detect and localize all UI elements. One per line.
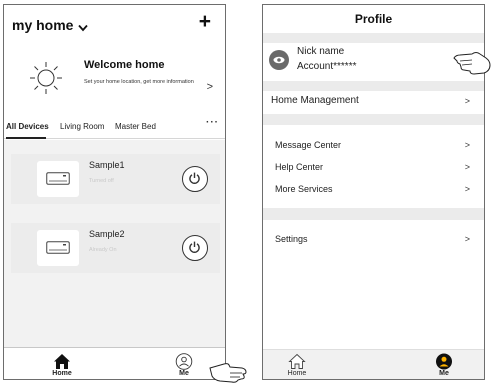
section-divider	[263, 33, 484, 43]
welcome-subtitle: Set your home location, get more informa…	[84, 79, 194, 85]
device-card[interactable]: Sample2 Already On	[11, 223, 220, 273]
menu-message-center[interactable]: Message Center >	[263, 136, 484, 156]
tab-all-devices[interactable]: All Devices	[6, 122, 49, 131]
pointing-hand-icon	[209, 363, 247, 383]
device-name: Sample1	[89, 160, 125, 170]
avatar	[269, 50, 289, 70]
nav-me[interactable]: Me	[424, 353, 464, 377]
chevron-right-icon: >	[464, 162, 470, 172]
air-conditioner-icon	[46, 172, 70, 185]
chevron-right-icon: >	[464, 184, 470, 194]
account-id: Account******	[297, 61, 357, 72]
menu-label: Home Management	[271, 95, 359, 106]
nav-home[interactable]: Home	[277, 353, 317, 377]
chevron-down-icon[interactable]	[78, 23, 88, 33]
power-button[interactable]	[182, 235, 208, 261]
device-card[interactable]: Sample1 Turned off	[11, 154, 220, 204]
home-selector[interactable]: my home	[12, 17, 73, 33]
device-name: Sample2	[89, 229, 125, 239]
menu-home-management[interactable]: Home Management >	[263, 92, 484, 112]
device-status: Turned off	[89, 178, 114, 184]
active-tab-indicator	[6, 137, 46, 139]
nav-home-label: Home	[52, 370, 72, 377]
chevron-right-icon: >	[464, 140, 470, 150]
nav-me[interactable]: Me	[164, 353, 204, 377]
device-list: Sample1 Turned off Sample2 Already On	[4, 140, 225, 347]
section-divider	[263, 114, 484, 125]
device-thumbnail	[37, 230, 79, 266]
bottom-nav: Home Me	[263, 349, 484, 379]
menu-label: Help Center	[275, 162, 324, 172]
section-divider	[263, 208, 484, 220]
menu-label: Message Center	[275, 140, 342, 150]
nav-me-label: Me	[439, 370, 449, 377]
power-icon	[189, 241, 200, 253]
device-thumbnail	[37, 161, 79, 197]
room-tabs: All Devices Living Room Master Bed ···	[4, 115, 225, 139]
device-status: Already On	[89, 247, 117, 253]
home-filled-icon	[54, 354, 70, 369]
chevron-right-icon: >	[464, 96, 470, 106]
welcome-title: Welcome home	[84, 59, 165, 71]
menu-help-center[interactable]: Help Center >	[263, 158, 484, 178]
air-conditioner-icon	[46, 241, 70, 254]
home-screen: my home + Welcome home Set your home loc…	[3, 4, 226, 380]
nav-me-label: Me	[179, 370, 189, 377]
nav-home[interactable]: Home	[42, 353, 82, 377]
profile-card[interactable]: Nick name Account******	[263, 43, 484, 81]
eye-icon	[273, 56, 285, 64]
menu-more-services[interactable]: More Services >	[263, 180, 484, 200]
pointing-hand-icon	[453, 52, 491, 75]
home-outline-icon	[288, 353, 306, 369]
person-outline-icon	[175, 353, 193, 370]
tab-master-bed[interactable]: Master Bed	[115, 122, 156, 131]
bottom-nav: Home Me	[4, 347, 225, 379]
nickname: Nick name	[297, 46, 345, 57]
power-button[interactable]	[182, 166, 208, 192]
nav-home-label: Home	[287, 370, 307, 377]
menu-label: More Services	[275, 184, 333, 194]
sun-icon	[30, 62, 62, 94]
profile-header: Profile	[263, 5, 484, 33]
tab-living-room[interactable]: Living Room	[60, 122, 104, 131]
section-divider	[263, 81, 484, 91]
more-tabs-icon[interactable]: ···	[206, 117, 219, 128]
menu-label: Settings	[275, 234, 308, 244]
person-filled-icon	[436, 353, 452, 370]
page-title: Profile	[354, 12, 393, 26]
menu-settings[interactable]: Settings >	[263, 230, 484, 250]
power-icon	[189, 172, 200, 184]
add-device-button[interactable]: +	[199, 11, 211, 32]
chevron-right-icon: >	[464, 234, 470, 244]
welcome-banner[interactable]: Welcome home Set your home location, get…	[4, 49, 225, 115]
welcome-arrow-icon[interactable]: >	[207, 81, 213, 93]
home-header: my home +	[4, 5, 225, 45]
